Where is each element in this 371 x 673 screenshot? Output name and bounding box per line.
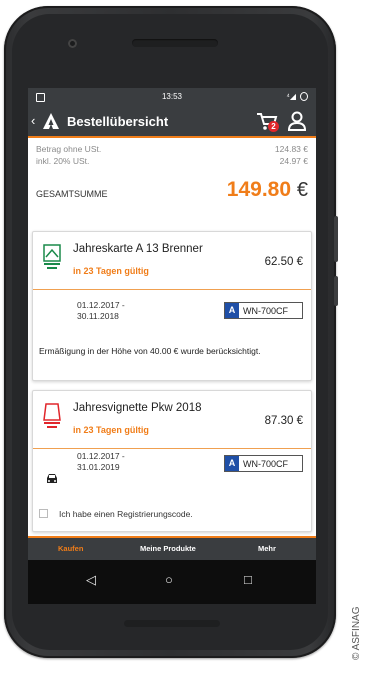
product-name: Jahreskarte A 13 Brenner (73, 243, 203, 255)
digital-vignette-icon (43, 403, 61, 428)
system-recents-icon[interactable]: □ (244, 572, 252, 587)
volume-button (334, 216, 338, 262)
date-from: 01.12.2017 - (77, 300, 125, 310)
date-to: 31.01.2019 (77, 462, 120, 472)
phone-frame: 13:53 ⁴◢ ‹ Bestellübersicht 2 Betrag ohn… (4, 6, 338, 658)
user-icon[interactable] (286, 111, 308, 131)
registration-checkbox[interactable] (39, 509, 48, 518)
validity-dates: 01.12.2017 - 31.01.2019 (77, 451, 125, 473)
tab-meine-produkte[interactable]: Meine Produkte (140, 544, 196, 553)
net-label: Betrag ohne USt. (36, 144, 102, 154)
app-bar: ‹ Bestellübersicht 2 (28, 106, 316, 138)
plate-number: WN-700CF (243, 459, 289, 469)
product-card-brenner[interactable]: Jahreskarte A 13 Brenner in 23 Tagen gül… (32, 231, 312, 381)
signal-icon: ⁴◢ (286, 92, 296, 101)
registration-label: Ich habe einen Registrierungscode. (59, 509, 193, 519)
product-validity: in 23 Tagen gültig (73, 425, 149, 435)
car-icon (47, 474, 57, 483)
registration-code-row[interactable]: Ich habe einen Registrierungscode. (39, 509, 193, 519)
license-plate: A WN-700CF (224, 302, 303, 319)
page-title: Bestellübersicht (67, 114, 169, 129)
total-row: GESAMTSUMME 149.80 € (36, 178, 308, 204)
product-price: 62.50 € (264, 256, 303, 268)
bottom-navigation: Kaufen Meine Produkte Mehr (28, 536, 316, 560)
net-amount-row: Betrag ohne USt. 124.83 € (36, 144, 308, 156)
license-plate: A WN-700CF (224, 455, 303, 472)
vat-row: inkl. 20% USt. 24.97 € (36, 156, 308, 168)
product-name: Jahresvignette Pkw 2018 (73, 402, 202, 414)
system-home-icon[interactable]: ○ (165, 572, 173, 587)
discount-note: Ermäßigung in der Höhe von 40.00 € wurde… (39, 346, 261, 356)
vat-label: inkl. 20% USt. (36, 156, 90, 166)
tab-kaufen[interactable]: Kaufen (58, 544, 83, 553)
system-back-icon[interactable]: ◁ (86, 572, 96, 588)
digital-toll-sticker-icon (43, 244, 61, 269)
app-screen: 13:53 ⁴◢ ‹ Bestellübersicht 2 Betrag ohn… (28, 88, 316, 604)
plate-number: WN-700CF (243, 306, 289, 316)
power-button (334, 276, 338, 306)
back-button[interactable]: ‹ (31, 113, 35, 128)
product-validity: in 23 Tagen gültig (73, 266, 149, 276)
total-label: GESAMTSUMME (36, 189, 108, 199)
battery-icon (300, 92, 308, 101)
status-bar: 13:53 ⁴◢ (28, 88, 316, 106)
product-price: 87.30 € (264, 415, 303, 427)
total-value: 149.80 € (226, 178, 308, 201)
validity-dates: 01.12.2017 - 30.11.2018 (77, 300, 125, 322)
card-divider (33, 448, 311, 449)
vat-value: 24.97 € (279, 156, 308, 166)
earpiece-speaker (132, 39, 218, 47)
system-navigation-bar: ◁ ○ □ (28, 560, 316, 604)
status-time: 13:53 (161, 92, 183, 101)
product-card-vignette[interactable]: Jahresvignette Pkw 2018 in 23 Tagen gült… (32, 390, 312, 532)
card-divider (33, 289, 311, 290)
bottom-speaker (124, 620, 220, 627)
asfinag-logo-icon (43, 113, 59, 129)
cart-badge: 2 (268, 121, 279, 132)
net-value: 124.83 € (274, 144, 308, 154)
tab-mehr[interactable]: Mehr (258, 544, 276, 553)
plate-country: A (225, 456, 239, 471)
date-from: 01.12.2017 - (77, 451, 125, 461)
plate-country: A (225, 303, 239, 318)
front-camera (68, 39, 77, 48)
image-credit: © ASFINAG (351, 606, 362, 661)
date-to: 30.11.2018 (77, 311, 119, 321)
